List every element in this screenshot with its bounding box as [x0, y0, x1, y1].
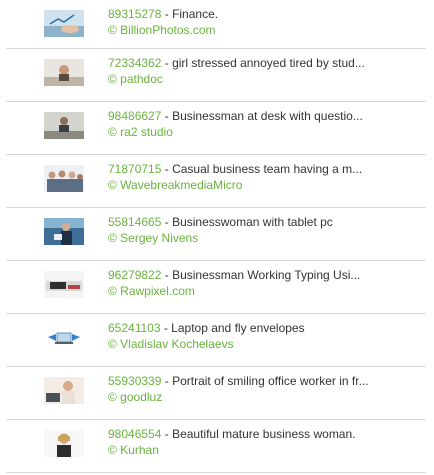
result-title: Finance. — [172, 7, 219, 21]
list-item: 72334362 - girl stressed annoyed tired b… — [6, 49, 426, 102]
result-id-link[interactable]: 65241103 — [108, 321, 161, 335]
businessman-desk-thumbnail-icon[interactable] — [44, 112, 84, 139]
result-text: 55930339 - Portrait of smiling office wo… — [108, 373, 378, 405]
result-text: 98046554 - Beautiful mature business wom… — [108, 426, 378, 458]
result-title: girl stressed annoyed tired by stud... — [172, 56, 365, 70]
team-meeting-thumbnail-icon[interactable] — [44, 165, 84, 192]
result-text: 71870715 - Casual business team having a… — [108, 161, 378, 193]
result-title: Businessman Working Typing Usi... — [172, 268, 361, 282]
separator: - — [161, 7, 173, 21]
result-credit[interactable]: © Kurhan — [108, 442, 378, 458]
result-text: 89315278 - Finance. © BillionPhotos.com — [108, 6, 378, 38]
list-item: 96279822 - Businessman Working Typing Us… — [6, 261, 426, 314]
list-item: 55930339 - Portrait of smiling office wo… — [6, 367, 426, 420]
result-id-link[interactable]: 71870715 — [108, 162, 161, 176]
separator: - — [161, 268, 173, 282]
result-title: Businessman at desk with questio... — [172, 109, 363, 123]
result-id-link[interactable]: 55814665 — [108, 215, 161, 229]
result-title: Businesswoman with tablet pc — [172, 215, 333, 229]
separator: - — [160, 321, 172, 335]
result-id-link[interactable]: 98486627 — [108, 109, 161, 123]
result-title: Beautiful mature business woman. — [172, 427, 356, 441]
list-item: 71870715 - Casual business team having a… — [6, 155, 426, 208]
result-text: 72334362 - girl stressed annoyed tired b… — [108, 55, 378, 87]
separator: - — [161, 215, 173, 229]
laptop-envelopes-thumbnail-icon[interactable] — [44, 324, 84, 351]
result-text: 98486627 - Businessman at desk with ques… — [108, 108, 378, 140]
businesswoman-tablet-thumbnail-icon[interactable] — [44, 218, 84, 245]
result-id-link[interactable]: 55930339 — [108, 374, 161, 388]
result-credit[interactable]: © BillionPhotos.com — [108, 22, 378, 38]
separator: - — [161, 374, 173, 388]
result-title: Portrait of smiling office worker in fr.… — [172, 374, 369, 388]
result-text: 55814665 - Businesswoman with tablet pc … — [108, 214, 378, 246]
list-item: 98486627 - Businessman at desk with ques… — [6, 102, 426, 155]
result-id-link[interactable]: 72334362 — [108, 56, 161, 70]
result-id-link[interactable]: 96279822 — [108, 268, 161, 282]
result-credit[interactable]: © WavebreakmediaMicro — [108, 177, 378, 193]
separator: - — [161, 162, 173, 176]
result-credit[interactable]: © goodluz — [108, 389, 378, 405]
typing-laptop-thumbnail-icon[interactable] — [44, 271, 84, 298]
separator: - — [161, 427, 173, 441]
result-credit[interactable]: © Vladislav Kochelaevs — [108, 336, 378, 352]
separator: - — [161, 109, 173, 123]
result-title: Laptop and fly envelopes — [171, 321, 305, 335]
result-credit[interactable]: © pathdoc — [108, 71, 378, 87]
stock-results-list: 89315278 - Finance. © BillionPhotos.com … — [0, 0, 434, 473]
result-text: 65241103 - Laptop and fly envelopes © Vl… — [108, 320, 378, 352]
result-credit[interactable]: © ra2 studio — [108, 124, 378, 140]
business-woman-thumbnail-icon[interactable] — [44, 430, 84, 457]
office-worker-thumbnail-icon[interactable] — [44, 377, 84, 404]
result-credit[interactable]: © Rawpixel.com — [108, 283, 378, 299]
hands-chart-thumbnail-icon[interactable] — [44, 10, 84, 37]
result-title: Casual business team having a m... — [172, 162, 363, 176]
result-id-link[interactable]: 89315278 — [108, 7, 161, 21]
result-credit[interactable]: © Sergey Nivens — [108, 230, 378, 246]
separator: - — [161, 56, 173, 70]
list-item: 55814665 - Businesswoman with tablet pc … — [6, 208, 426, 261]
list-item: 65241103 - Laptop and fly envelopes © Vl… — [6, 314, 426, 367]
result-id-link[interactable]: 98046554 — [108, 427, 161, 441]
stressed-girl-thumbnail-icon[interactable] — [44, 59, 84, 86]
list-item: 98046554 - Beautiful mature business wom… — [6, 420, 426, 473]
result-text: 96279822 - Businessman Working Typing Us… — [108, 267, 378, 299]
list-item: 89315278 - Finance. © BillionPhotos.com — [6, 0, 426, 49]
